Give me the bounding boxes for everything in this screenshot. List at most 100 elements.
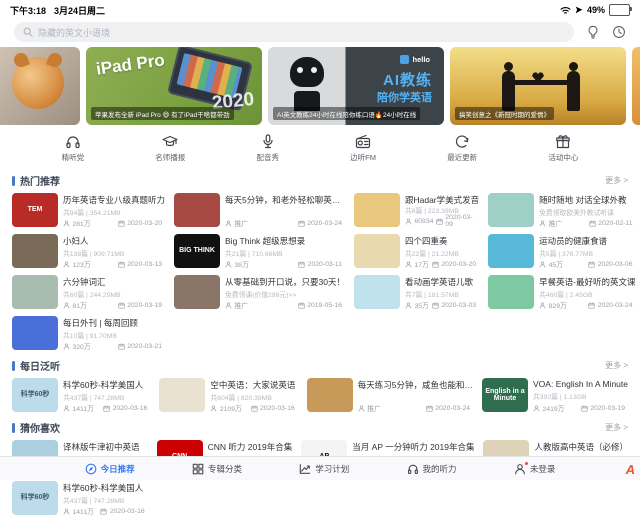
tab-my-listening[interactable]: 我的听力 [407,463,457,475]
album-card[interactable]: 随时随地 对话全球外教 免费领取欧美外教试听课 推广 2020-02-11 [488,193,635,228]
hello-badge: hello [400,55,430,64]
album-meta: 共94篇 | 354.21MB [63,210,121,217]
category-dubbing[interactable]: 配音秀 [256,134,279,163]
album-card[interactable]: 科学60秒 科学60秒-科学美国人 共437篇 | 747.28MB 1411万… [12,481,148,516]
album-card[interactable]: 早餐英语-最好听的英文课 共460篇 | 2.45GB 829万 2020-03… [488,275,635,310]
album-card[interactable]: 跟Hadar学美式发音 共6篇 | 223.39MB 60934 2020-03… [353,193,479,228]
listen-count: 2109万 [219,406,242,413]
tab-label: 今日推荐 [100,463,135,474]
album-card[interactable]: 从零基础到开口说，只要30天！ 免费领课(价值299元)>> 推广 2019-0… [174,275,345,310]
listen-count: 45万 [548,262,563,269]
album-card[interactable]: 每日外刊 | 每周回顾 共10篇 | 91.70MB 320万 2020-03-… [12,316,165,351]
banner-ai-coach[interactable]: hello AI教练 陪你学英语 AI英文教练24小时在线陪你练口语🔥24小时在… [268,47,444,125]
album-card[interactable]: 看动画学英语儿歌 共7篇 | 181.57MB 35万 2020-03-03 [353,275,479,310]
category-teachers[interactable]: 名师播报 [155,134,185,163]
album-card[interactable]: 每天5分钟，和老外轻松聊英… 推广 2020-03-24 [174,193,345,228]
album-card[interactable]: 小妇人 共138篇 | 909.71MB 123万 2020-03-13 [12,234,165,269]
tab-album-categories[interactable]: 专辑分类 [192,463,242,475]
album-card[interactable]: BIG THINK Big Think 超级思想录 共21篇 | 710.66M… [174,234,345,269]
album-card[interactable]: 四个四重奏 共22篇 | 21.22MB 17万 2020-03-20 [353,234,479,269]
banner-dog[interactable] [0,47,80,125]
album-title: 随时随地 对话全球外教 [539,195,627,205]
location-icon [575,6,583,14]
album-date: 2020-03-24 [597,301,633,309]
banner-love-story[interactable]: 搞笑创意之《新冠时期的爱情》 [450,47,626,125]
listen-count: 81万 [72,303,87,310]
album-meta: 免费领课(价值299元)>> [225,292,297,299]
album-card[interactable]: TEM 历年英语专业八级真题听力 共94篇 | 354.21MB 281万 20… [12,193,165,228]
tab-today-recommend[interactable]: 今日推荐 [85,463,135,475]
category-label: 精听党 [61,153,85,162]
album-date: 2020-03-09 [445,214,473,228]
album-meta: 共138篇 | 909.71MB [63,251,125,258]
history-clock-icon[interactable] [612,25,626,39]
category-recent-updates[interactable]: 最近更新 [447,134,477,163]
lightbulb-icon[interactable] [586,25,600,39]
album-meta: 共10篇 | 91.70MB [63,333,117,340]
search-placeholder: 隐藏的英文小语境 [38,27,111,38]
album-thumbnail [488,275,535,309]
search-input[interactable]: 隐藏的英文小语境 [14,22,574,42]
more-link[interactable]: 更多 > [605,175,628,186]
headphones-icon [65,134,81,149]
calendar-icon [426,404,433,412]
listen-count-icon [539,301,546,309]
calendar-icon [298,260,305,268]
gift-icon [555,134,571,149]
album-date: 2019-05-16 [307,301,342,309]
banner-next-partial[interactable] [632,47,640,125]
album-title: CNN 听力 2019年合集 [207,442,293,452]
tab-label: 学习计划 [315,463,350,474]
album-stats: 35万 2020-03-03 [405,300,479,310]
album-date: 2020-03-19 [590,404,625,412]
album-card[interactable]: 六分钟词汇 共60篇 | 244.29MB 81万 2020-03-19 [12,275,165,310]
calendar-icon [588,260,595,268]
album-date: 2020-03-24 [307,219,342,227]
album-card[interactable]: 运动员的健康食谱 共5篇 | 376.77MB 45万 2020-03-06 [488,234,635,269]
category-activity-center[interactable]: 活动中心 [548,134,578,163]
album-title: 每天5分钟，和老外轻松聊英… [225,195,341,205]
album-card[interactable]: 科学60秒 科学60秒-科学美国人 共437篇 | 747.28MB 1411万… [12,378,150,413]
section-header-daily: 每日泛听 更多 > [0,351,640,377]
album-title: 运动员的健康食谱 [539,236,608,246]
album-card[interactable]: English in a Minute VOA: English In A Mi… [482,378,628,413]
album-stats: 60934 2020-03-09 [405,214,479,228]
graduation-cap-icon [162,134,178,149]
listen-count: 2419万 [542,406,565,413]
microphone-icon [260,134,276,149]
calendar-icon [100,507,108,515]
album-stats: 2419万 2020-03-19 [533,403,628,413]
album-stats: 1411万 2020-03-16 [63,506,148,516]
album-title: 每天练习5分钟，咸鱼也能和… [357,380,474,390]
album-thumbnail [12,234,58,268]
tab-study-plan[interactable]: 学习计划 [299,463,349,475]
category-listening[interactable]: 精听党 [61,134,85,163]
album-date: 2020-03-11 [307,260,342,268]
chart-icon [299,463,311,475]
album-thumbnail [353,234,400,268]
banner-ipad-pro[interactable]: iPad Pro 2020 苹果发布全新 iPad Pro 😄 有了iPad干啥… [86,47,262,125]
calendar-icon [103,404,110,412]
album-date: 2020-03-24 [435,404,471,412]
category-fm[interactable]: 边听FM [350,134,376,163]
more-link[interactable]: 更多 > [605,422,628,433]
album-date: 2020-03-13 [127,260,163,268]
calendar-icon [118,342,125,350]
listen-count: 320万 [72,344,91,351]
status-time: 下午3:18 [10,5,47,16]
album-title: 每日外刊 | 每周回顾 [63,318,138,328]
listen-count-icon [210,404,217,412]
more-link[interactable]: 更多 > [605,360,628,371]
calendar-icon [436,217,443,225]
album-title: 空中英语：大家说英语 [210,380,296,390]
tab-login[interactable]: 未登录 [514,461,555,475]
category-row: 精听党 名师播报 配音秀 边听FM 最近更新 活动中心 [0,129,640,166]
album-card[interactable]: 每天练习5分钟，咸鱼也能和… 推广 2020-03-24 [306,378,474,413]
listen-count-icon [539,219,546,227]
listen-count-icon [225,301,232,309]
section-title: 猜你喜欢 [20,424,60,435]
calendar-icon [432,260,439,268]
album-title: 当月 AP 一分钟听力 2019年合集 [352,442,475,452]
album-date: 2020-03-06 [597,260,633,268]
album-card[interactable]: 空中英语：大家说英语 共604篇 | 820.39MB 2109万 2020-0… [159,378,297,413]
